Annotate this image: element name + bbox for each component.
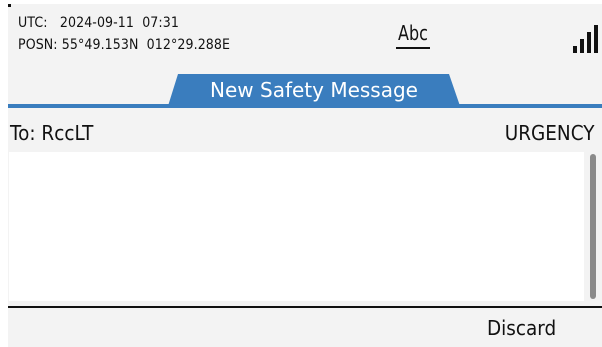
softkey-divider <box>8 306 602 308</box>
tab-new-safety-message[interactable]: New Safety Message <box>168 74 460 106</box>
scroll-thumb[interactable] <box>590 154 596 299</box>
signal-strength-icon <box>573 25 601 53</box>
message-scrollbar[interactable] <box>586 152 600 301</box>
signal-bar-4 <box>594 25 598 53</box>
corner-marker <box>8 4 11 7</box>
recipient-field[interactable]: To: RccLT <box>10 122 93 144</box>
signal-bar-3 <box>587 32 591 53</box>
to-label: To: <box>10 121 36 145</box>
message-body-input[interactable] <box>9 152 584 301</box>
device-screen: UTC: 2024-09-11 07:31 POSN: 55°49.153N 0… <box>8 4 602 347</box>
signal-bar-2 <box>580 39 584 53</box>
utc-value: 2024-09-11 07:31 <box>59 15 179 31</box>
posn-value: 55°49.153N 012°29.288E <box>61 37 231 53</box>
tab-title: New Safety Message <box>210 78 418 102</box>
priority-field[interactable]: URGENCY <box>504 122 594 144</box>
utc-label: UTC: <box>18 15 48 31</box>
signal-bar-1 <box>573 46 577 53</box>
input-mode-underline <box>396 47 430 49</box>
header-divider <box>8 104 602 108</box>
utc-time: UTC: 2024-09-11 07:31 <box>18 14 179 32</box>
input-mode-indicator: Abc <box>398 21 428 45</box>
discard-button[interactable]: Discard <box>487 317 556 339</box>
posn-label: POSN: <box>18 37 58 53</box>
to-value: RccLT <box>41 121 94 145</box>
position-readout: POSN: 55°49.153N 012°29.288E <box>18 36 230 54</box>
